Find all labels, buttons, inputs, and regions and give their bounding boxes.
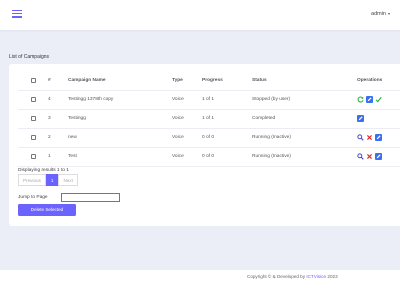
previous-button[interactable]: Previous <box>18 174 46 186</box>
column-header-operations: Operations <box>349 72 400 91</box>
delete-icon[interactable] <box>366 134 373 141</box>
row-campaign-name: Testingg <box>68 109 172 129</box>
row-type: Voice <box>172 90 202 110</box>
row-status: Stopped (by user) <box>252 90 349 110</box>
column-header-status: Status <box>252 72 349 91</box>
delete-selected-button[interactable]: Delete Selected <box>18 204 76 216</box>
row-id: 2 <box>48 128 68 148</box>
row-checkbox[interactable] <box>30 134 36 140</box>
jump-to-page-label: Jump to Page <box>18 195 48 200</box>
edit-icon[interactable] <box>357 115 364 122</box>
chevron-down-icon <box>388 12 390 15</box>
page-title: List of Campaigns <box>9 54 50 60</box>
row-type: Voice <box>172 147 202 167</box>
footer-text: Copyright © & Developed by ICTVision 202… <box>247 274 338 279</box>
top-bar: admin <box>0 0 400 30</box>
jump-to-page-input[interactable] <box>61 193 120 202</box>
row-select-cell <box>18 90 48 110</box>
row-progress: 1 of 1 <box>202 90 252 110</box>
footer-brand-link[interactable]: ICTVision <box>306 274 326 279</box>
column-header-type: Type <box>172 72 202 91</box>
column-header-progress: Progress <box>202 72 252 91</box>
row-id: 3 <box>48 109 68 129</box>
search-icon[interactable] <box>357 153 364 160</box>
row-progress: 0 of 0 <box>202 147 252 167</box>
check-icon[interactable] <box>375 96 382 103</box>
row-checkbox[interactable] <box>30 115 36 121</box>
campaign-table: # Campaign Name Type Progress Status Ope… <box>18 72 400 167</box>
row-campaign-name: new <box>68 128 172 148</box>
table-row: 1 Test Voice 0 of 0 Running (Inactive) <box>18 147 400 167</box>
table-row: 3 Testingg Voice 1 of 1 Completed <box>18 109 400 129</box>
campaign-card: # Campaign Name Type Progress Status Ope… <box>9 64 400 226</box>
delete-icon[interactable] <box>366 153 373 160</box>
row-progress: 0 of 0 <box>202 128 252 148</box>
column-header-id: # <box>48 72 68 91</box>
results-info: Displaying results 1 to 1 <box>18 168 69 173</box>
row-campaign-name: Test <box>68 147 172 167</box>
select-all-checkbox[interactable] <box>30 77 36 83</box>
footer: Copyright © & Developed by ICTVision 202… <box>0 270 400 284</box>
row-operations <box>349 147 400 167</box>
row-status: Running (Inactive) <box>252 128 349 148</box>
table-row: 2 new Voice 0 of 0 Running (Inactive) <box>18 128 400 148</box>
search-icon[interactable] <box>357 134 364 141</box>
edit-icon[interactable] <box>366 96 373 103</box>
pagination: Previous 1 Next <box>18 174 78 186</box>
row-select-cell <box>18 128 48 148</box>
row-checkbox[interactable] <box>30 96 36 102</box>
row-operations <box>349 128 400 148</box>
row-campaign-name: Testingg 1378th copy <box>68 90 172 110</box>
row-id: 4 <box>48 90 68 110</box>
row-id: 1 <box>48 147 68 167</box>
row-status: Completed <box>252 109 349 129</box>
next-button[interactable]: Next <box>58 174 78 186</box>
row-checkbox[interactable] <box>30 153 36 159</box>
select-all-cell <box>18 72 48 91</box>
row-select-cell <box>18 109 48 129</box>
row-operations <box>349 90 400 110</box>
table-header-row: # Campaign Name Type Progress Status Ope… <box>18 72 400 91</box>
row-type: Voice <box>172 109 202 129</box>
edit-icon[interactable] <box>375 134 382 141</box>
row-type: Voice <box>172 128 202 148</box>
user-name: admin <box>371 11 386 17</box>
hamburger-icon[interactable] <box>12 10 22 18</box>
edit-icon[interactable] <box>375 153 382 160</box>
footer-copyright: Copyright © & Developed by <box>247 274 307 279</box>
user-menu[interactable]: admin <box>371 11 390 17</box>
page-1-button[interactable]: 1 <box>45 174 59 186</box>
row-operations <box>349 109 400 129</box>
column-header-name: Campaign Name <box>68 72 172 91</box>
row-status: Running (Inactive) <box>252 147 349 167</box>
row-select-cell <box>18 147 48 167</box>
refresh-icon[interactable] <box>357 96 364 103</box>
row-progress: 1 of 1 <box>202 109 252 129</box>
footer-year: 2023 <box>326 274 338 279</box>
table-row: 4 Testingg 1378th copy Voice 1 of 1 Stopped … <box>18 90 400 110</box>
